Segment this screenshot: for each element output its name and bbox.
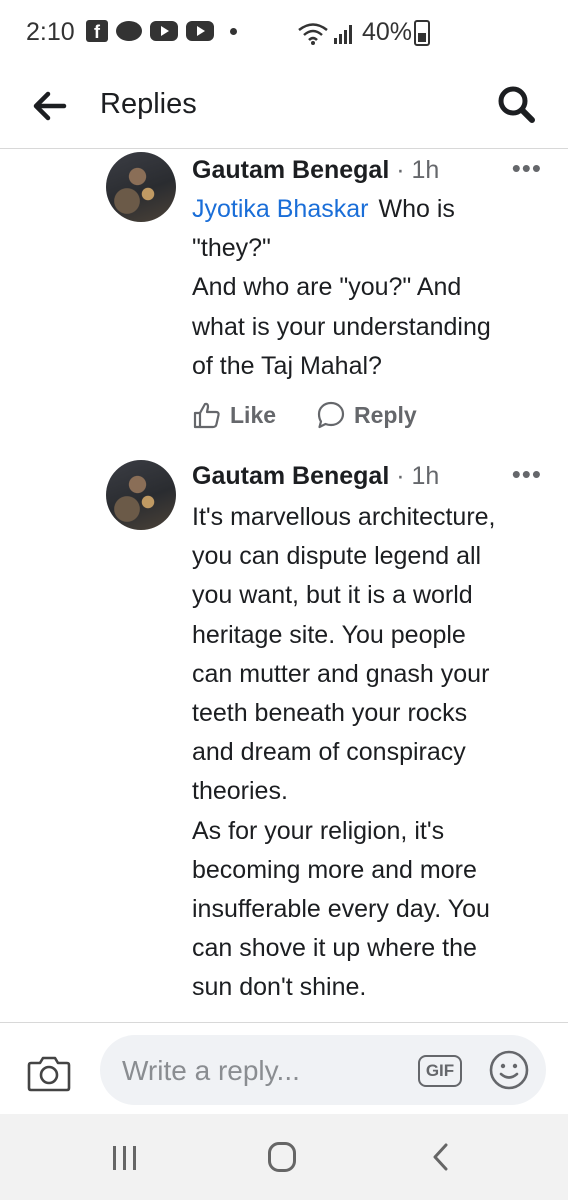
facebook-icon: f (86, 20, 108, 42)
comment-text: becoming more and more (192, 855, 477, 884)
comment-header: Gautam Benegal · 1h (192, 154, 439, 186)
comment-text: teeth beneath your rocks (192, 699, 468, 728)
youtube-icon (150, 21, 178, 41)
like-button[interactable]: Like (192, 400, 276, 430)
avatar[interactable] (106, 460, 176, 530)
comment-line: Jyotika Bhaskar Who is (192, 190, 548, 229)
reply-input-container: GIF (100, 1035, 546, 1107)
comment-time: · 1h (396, 462, 440, 490)
comment-text: theories. (192, 777, 288, 806)
status-bar: 2:10 f 40% (0, 0, 568, 68)
comment-text: Who is (378, 195, 455, 223)
comment-text: "they?" (192, 234, 271, 263)
comment-text: insufferable every day. You (192, 895, 490, 924)
wifi-icon (298, 23, 328, 45)
like-label: Like (230, 401, 277, 428)
comment-text: As for your religion, it's (192, 816, 445, 845)
more-options-icon[interactable]: ••• (512, 461, 542, 487)
gif-button[interactable]: GIF (418, 1055, 462, 1087)
comment-actions: Like Reply (192, 400, 417, 430)
avatar[interactable] (106, 152, 176, 222)
comment-body: Jyotika Bhaskar Who is "they?" And who ar… (192, 190, 548, 386)
reply-label: Reply (354, 401, 417, 428)
comment-author[interactable]: Gautam Benegal (192, 156, 389, 184)
reply-button[interactable]: Reply (316, 400, 417, 430)
comment-text: sun don't shine. (192, 973, 367, 1002)
page-title: Replies (100, 88, 197, 120)
comment-author[interactable]: Gautam Benegal (192, 462, 389, 490)
reply-input[interactable] (120, 1035, 404, 1107)
status-time: 2:10 (26, 18, 75, 46)
comment-text: And who are "you?" And (192, 273, 462, 302)
search-icon[interactable] (494, 82, 540, 128)
mention-link[interactable]: Jyotika Bhaskar (192, 195, 368, 223)
battery-percent: 40% (362, 18, 413, 46)
camera-icon[interactable] (26, 1053, 72, 1093)
status-notification-icons: f (86, 20, 237, 42)
youtube-icon (186, 21, 214, 41)
comment-text: of the Taj Mahal? (192, 351, 382, 380)
comment-text: It's marvellous architecture, (192, 503, 496, 531)
more-options-icon[interactable]: ••• (512, 155, 542, 181)
thumbs-up-icon (193, 402, 220, 429)
reply-bubble-icon (317, 401, 345, 429)
comment-time: · 1h (396, 156, 440, 184)
battery-icon (414, 20, 430, 46)
reply-composer: GIF (0, 1022, 568, 1115)
system-nav-bar (0, 1114, 568, 1200)
notification-dot (230, 27, 237, 35)
home-icon[interactable] (268, 1142, 296, 1172)
back-arrow-icon[interactable] (28, 86, 72, 126)
recents-icon[interactable] (110, 1144, 140, 1172)
back-icon[interactable] (430, 1142, 450, 1172)
header-bar: Replies (0, 68, 568, 149)
emoji-icon[interactable] (488, 1049, 530, 1091)
comment-body: It's marvellous architecture, you can di… (192, 498, 548, 1008)
comment-text: heritage site. You people (192, 620, 466, 649)
comment-text: can mutter and gnash your (192, 659, 490, 688)
comment-text: you want, but it is a world (192, 581, 473, 610)
comment-text: what is your understanding (192, 312, 491, 341)
comment-header: Gautam Benegal · 1h (192, 460, 439, 492)
comment-text: can shove it up where the (192, 934, 477, 963)
comment-text: you can dispute legend all (192, 542, 482, 571)
signal-icon (334, 25, 352, 44)
comment-text: and dream of conspiracy (192, 738, 466, 767)
chat-icon (116, 21, 142, 41)
